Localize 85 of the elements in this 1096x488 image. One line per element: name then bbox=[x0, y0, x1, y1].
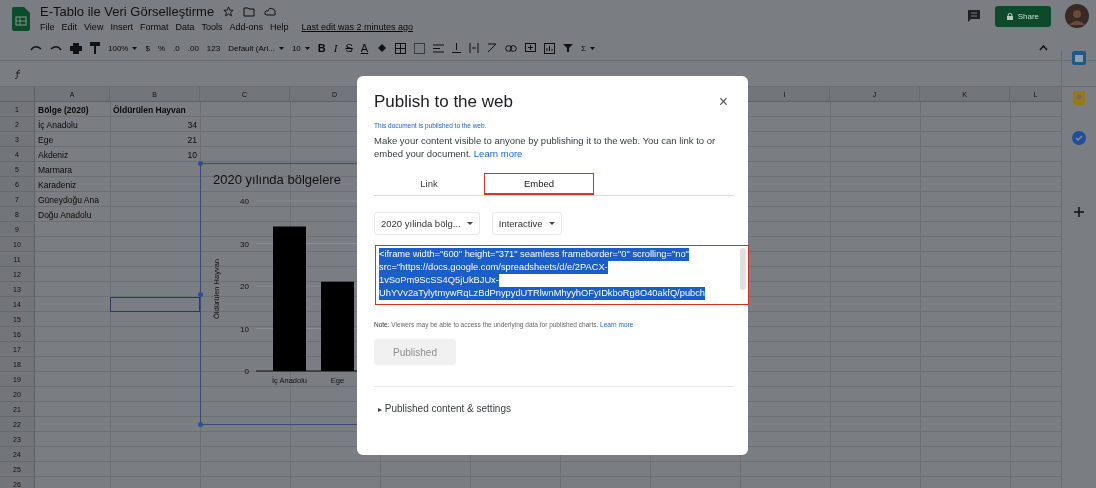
comment-icon[interactable] bbox=[966, 9, 981, 23]
menu-item[interactable]: Edit bbox=[61, 22, 78, 32]
chart-icon[interactable] bbox=[544, 42, 556, 54]
tab[interactable]: Link bbox=[374, 173, 484, 195]
number-format-button[interactable]: .0 bbox=[173, 43, 180, 53]
star-icon[interactable] bbox=[223, 6, 235, 17]
embed-code-field[interactable] bbox=[375, 245, 749, 305]
menu-item[interactable]: Format bbox=[139, 22, 169, 32]
dropdown[interactable]: Interactive bbox=[491, 212, 562, 235]
table-cell: 21 bbox=[187, 134, 197, 145]
text-format-button[interactable]: A bbox=[360, 42, 369, 54]
resize-handle[interactable] bbox=[198, 292, 203, 297]
text-format-button[interactable]: B bbox=[317, 42, 326, 54]
resize-handle[interactable] bbox=[198, 422, 203, 427]
lock-icon bbox=[1006, 12, 1013, 20]
active-cell[interactable] bbox=[110, 297, 200, 312]
menu-item[interactable]: File bbox=[40, 22, 55, 32]
undo-icon[interactable] bbox=[30, 44, 42, 52]
collapse-icon[interactable] bbox=[1039, 45, 1048, 51]
merge-icon[interactable] bbox=[414, 42, 426, 54]
last-edit-link[interactable]: Last edit was 2 minutes ago bbox=[301, 22, 414, 32]
font-size-select[interactable]: 10 bbox=[291, 43, 310, 53]
table-cell: 34 bbox=[187, 119, 197, 130]
caret-icon bbox=[466, 222, 473, 225]
font-select[interactable]: Default (Ari... bbox=[228, 43, 284, 53]
dialog-description: Make your content visible to anyone by publishing it to the web. You can link to or embed your document. Learn more bbox=[374, 134, 717, 160]
menu-item[interactable]: Data bbox=[175, 22, 195, 32]
text-format-button[interactable]: S bbox=[345, 42, 353, 54]
table-cell: Bölge (2020) bbox=[38, 104, 89, 115]
folder-icon[interactable] bbox=[243, 6, 256, 17]
table-cell: 10 bbox=[187, 149, 197, 160]
cloud-icon[interactable] bbox=[264, 7, 278, 16]
document-title[interactable]: E-Tablo ile Veri Görselleştirme bbox=[40, 4, 215, 19]
tab[interactable]: Embed bbox=[484, 173, 594, 195]
fill-color-icon[interactable] bbox=[376, 42, 388, 54]
caret-icon bbox=[132, 46, 138, 50]
table-cell: Akdeniz bbox=[38, 149, 69, 160]
table-cell: Güneydoğu Ana bbox=[38, 194, 99, 205]
avatar[interactable] bbox=[1065, 4, 1089, 28]
menu-item[interactable]: Tools bbox=[201, 22, 223, 32]
comment-add-icon[interactable] bbox=[525, 42, 537, 54]
y-tick-label: 10 bbox=[240, 324, 249, 334]
menu-item[interactable]: Help bbox=[270, 22, 289, 32]
tasks-icon[interactable] bbox=[1072, 131, 1086, 145]
scrollbar[interactable] bbox=[740, 248, 746, 290]
menu-item[interactable]: View bbox=[84, 22, 104, 32]
number-format-button[interactable]: % bbox=[157, 43, 166, 53]
text-format-button[interactable]: I bbox=[333, 42, 338, 54]
table-cell: İç Anadolu bbox=[38, 119, 78, 130]
share-button[interactable]: Share bbox=[994, 5, 1051, 27]
y-tick-label: 20 bbox=[240, 282, 249, 291]
menu-item[interactable]: Insert bbox=[110, 22, 133, 32]
valign-icon[interactable] bbox=[452, 43, 462, 53]
align-icon[interactable] bbox=[433, 43, 445, 53]
number-format-button[interactable]: $ bbox=[145, 43, 150, 53]
caret-icon bbox=[278, 46, 284, 50]
wrap-icon[interactable] bbox=[469, 43, 480, 53]
caret-icon bbox=[304, 46, 310, 50]
table-cell: Karadeniz bbox=[38, 179, 77, 190]
close-button[interactable]: × bbox=[714, 93, 732, 111]
filter-icon[interactable] bbox=[563, 43, 574, 53]
y-tick-label: 0 bbox=[244, 367, 249, 376]
number-format-button[interactable]: 123 bbox=[206, 43, 221, 53]
sheets-logo-icon[interactable] bbox=[12, 7, 30, 31]
menu-item[interactable]: Add-ons bbox=[229, 22, 263, 32]
chart-title: 2020 yılında bölgelere bbox=[213, 172, 341, 187]
caret-icon bbox=[548, 222, 555, 225]
link-icon[interactable] bbox=[505, 44, 518, 52]
table-cell: Ege bbox=[38, 134, 54, 145]
y-tick-label: 30 bbox=[240, 239, 249, 249]
redo-icon[interactable] bbox=[50, 44, 62, 52]
table-cell: Marmara bbox=[38, 164, 72, 175]
borders-icon[interactable] bbox=[395, 42, 407, 54]
number-format-button[interactable]: .00 bbox=[187, 43, 199, 53]
zoom-select[interactable]: 100% bbox=[108, 43, 138, 53]
learn-more-link[interactable]: Learn more bbox=[473, 148, 523, 159]
resize-handle[interactable] bbox=[198, 161, 203, 166]
caret-icon bbox=[590, 46, 596, 50]
functions-button[interactable]: Σ bbox=[581, 43, 596, 53]
dropdown[interactable]: 2020 yılinda bölg... bbox=[374, 212, 480, 235]
y-tick-label: 40 bbox=[240, 197, 249, 206]
table-cell: Doğu Anadolu bbox=[38, 209, 92, 220]
add-icon[interactable] bbox=[1074, 207, 1084, 217]
table-cell: Öldürülen Hayvan bbox=[113, 104, 186, 115]
published-settings-expander[interactable]: ▸ Published content & settings bbox=[374, 403, 511, 414]
